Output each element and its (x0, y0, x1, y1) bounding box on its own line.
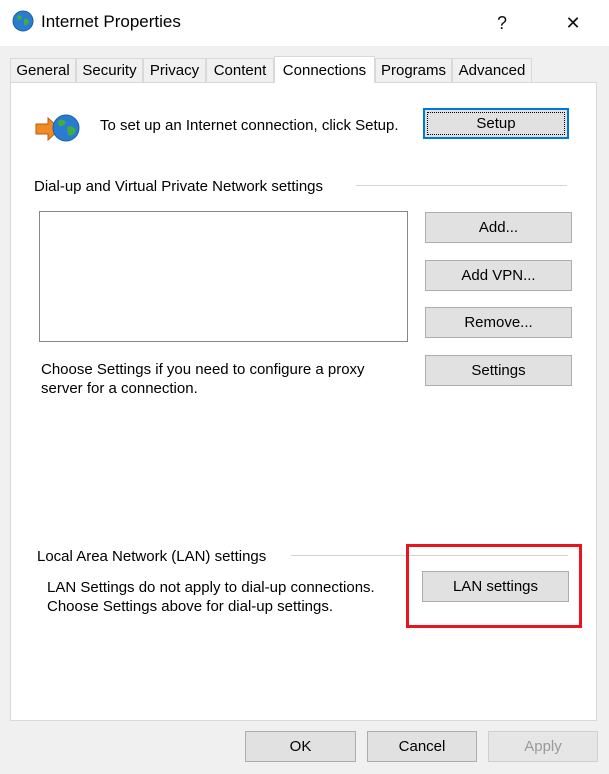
tab-strip: General Security Privacy Content Connect… (10, 56, 600, 83)
lan-group-label: Local Area Network (LAN) settings (37, 548, 267, 565)
ok-button[interactable]: OK (245, 731, 356, 762)
tab-connections[interactable]: Connections (274, 56, 375, 83)
dialup-group-label: Dial-up and Virtual Private Network sett… (34, 178, 324, 195)
internet-connection-icon (34, 111, 82, 147)
dialup-group-divider (356, 185, 567, 186)
setup-description: To set up an Internet connection, click … (100, 117, 399, 134)
close-button[interactable]: ✕ (550, 0, 596, 46)
add-vpn-button[interactable]: Add VPN... (425, 260, 572, 291)
apply-button[interactable]: Apply (488, 731, 598, 762)
proxy-note: Choose Settings if you need to configure… (41, 361, 365, 397)
tab-general[interactable]: General (10, 58, 76, 82)
add-button[interactable]: Add... (425, 212, 572, 243)
lan-note-line1: LAN Settings do not apply to dial-up con… (47, 579, 375, 596)
window-title: Internet Properties (41, 12, 181, 31)
remove-button[interactable]: Remove... (425, 307, 572, 338)
tab-advanced[interactable]: Advanced (452, 58, 532, 82)
connections-listbox[interactable] (39, 211, 408, 342)
tab-privacy[interactable]: Privacy (143, 58, 206, 82)
title-bar: Internet Properties ? ✕ (0, 0, 609, 46)
setup-button[interactable]: Setup (423, 108, 569, 139)
tab-security[interactable]: Security (76, 58, 143, 82)
globe-icon (12, 10, 34, 32)
tab-programs[interactable]: Programs (375, 58, 452, 82)
highlight-box (406, 544, 582, 628)
tab-content[interactable]: Content (206, 58, 274, 82)
settings-button[interactable]: Settings (425, 355, 572, 386)
cancel-button[interactable]: Cancel (367, 731, 477, 762)
help-button[interactable]: ? (479, 0, 525, 46)
lan-note-line2: Choose Settings above for dial-up settin… (47, 598, 334, 615)
